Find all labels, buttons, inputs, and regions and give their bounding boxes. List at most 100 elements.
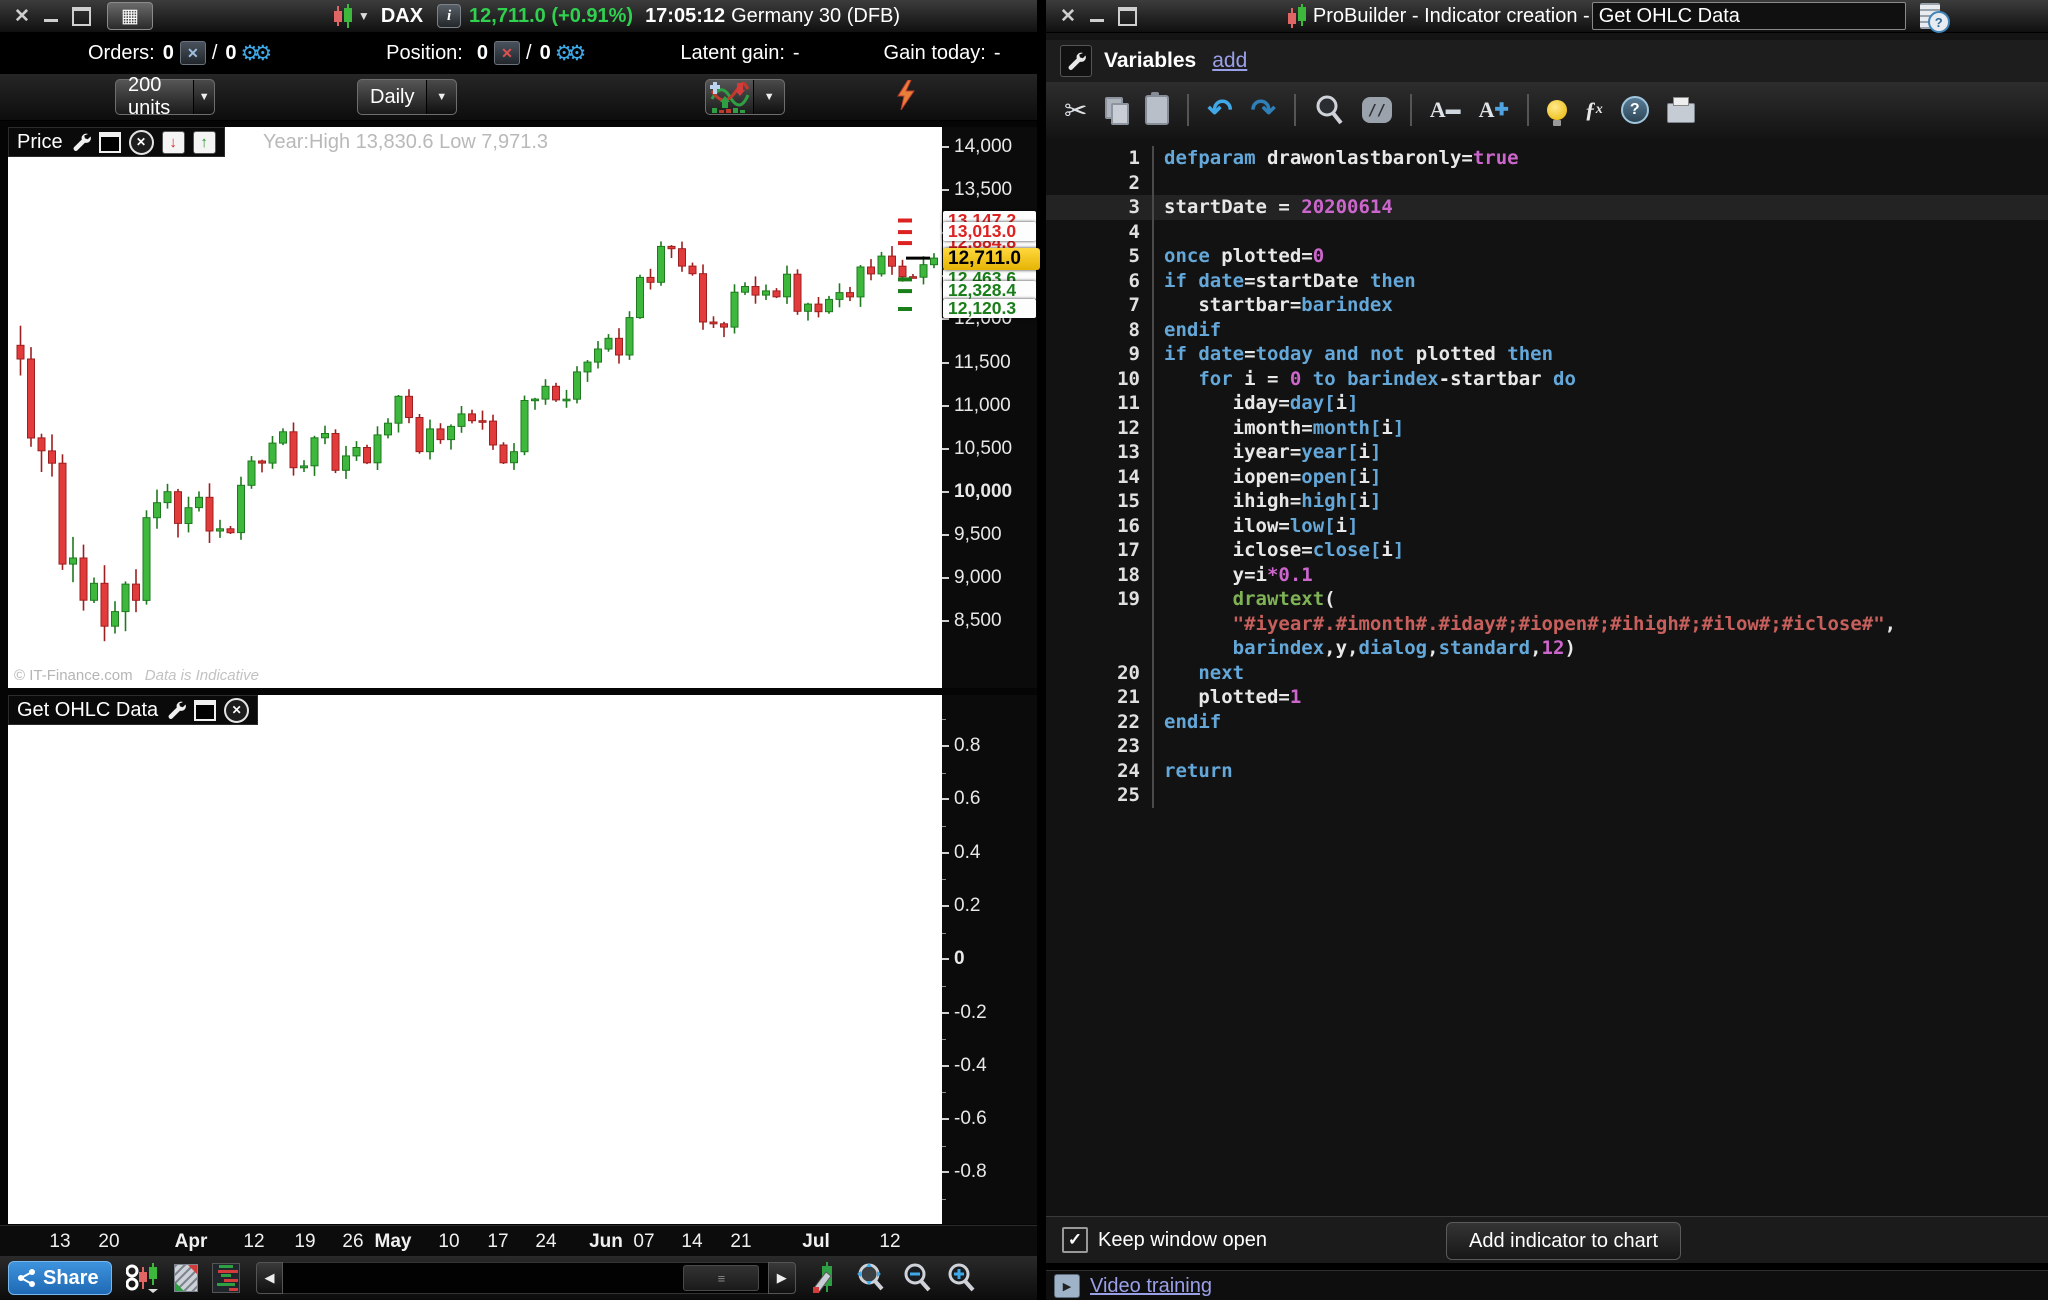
code-line[interactable]: 11 iday=day[i] bbox=[1046, 391, 2048, 416]
code-line[interactable]: 25 bbox=[1046, 783, 2048, 808]
code-line[interactable]: 7 startbar=barindex bbox=[1046, 293, 2048, 318]
price-axis[interactable]: 14,00013,50013,00012,50012,00011,50011,0… bbox=[942, 127, 1037, 688]
scrollbar-track[interactable]: ≡ bbox=[283, 1262, 767, 1294]
chart-style-icon[interactable] bbox=[126, 1263, 160, 1293]
zoom-out-icon[interactable] bbox=[902, 1262, 932, 1294]
scroll-left-icon[interactable]: ◀ bbox=[256, 1262, 284, 1294]
minimize-icon[interactable] bbox=[1090, 19, 1104, 22]
horizontal-scrollbar[interactable]: ◀ ≡ ▶ bbox=[256, 1263, 796, 1293]
code-line[interactable]: 3startDate = 20200614 bbox=[1046, 195, 2048, 220]
close-panel-icon[interactable]: ✕ bbox=[224, 698, 249, 723]
units-dropdown[interactable]: 200 units ▼ bbox=[115, 79, 215, 115]
zoom-in-icon[interactable] bbox=[946, 1262, 976, 1294]
info-icon[interactable]: i bbox=[437, 4, 461, 28]
code-line[interactable]: 2 bbox=[1046, 171, 2048, 196]
orderbook-icon[interactable] bbox=[212, 1263, 240, 1293]
comment-icon[interactable]: // bbox=[1362, 97, 1392, 123]
redo-icon[interactable]: ↷ bbox=[1251, 93, 1276, 127]
indicator-name-input[interactable] bbox=[1592, 2, 1906, 30]
code-line[interactable]: 4 bbox=[1046, 220, 2048, 245]
cancel-orders-icon[interactable]: ✕ bbox=[180, 41, 206, 65]
code-line[interactable]: 13 iyear=year[i] bbox=[1046, 440, 2048, 465]
timeframe-dropdown[interactable]: Daily ▼ bbox=[357, 79, 457, 115]
code-line[interactable]: 15 ihigh=high[i] bbox=[1046, 489, 2048, 514]
indicator-axis[interactable]: 0.80.60.40.20-0.2-0.4-0.6-0.8 bbox=[942, 695, 1037, 1224]
price-tick-label: 10,000 bbox=[954, 481, 1012, 503]
export-down-icon[interactable]: ↓ bbox=[162, 131, 185, 154]
close-panel-icon[interactable]: ✕ bbox=[129, 130, 154, 155]
code-line[interactable]: 5once plotted=0 bbox=[1046, 244, 2048, 269]
code-line[interactable]: 19 drawtext( bbox=[1046, 587, 2048, 612]
maximize-icon[interactable] bbox=[72, 7, 91, 26]
wrench-icon[interactable] bbox=[166, 700, 186, 720]
lightning-icon[interactable] bbox=[895, 80, 917, 115]
scrollbar-thumb[interactable]: ≡ bbox=[683, 1265, 759, 1291]
indicators-button[interactable]: ▼ bbox=[705, 79, 785, 115]
code-line[interactable]: "#iyear#.#imonth#.#iday#;#iopen#;#ihigh#… bbox=[1046, 612, 2048, 637]
copy-icon[interactable] bbox=[1105, 97, 1127, 123]
code-line[interactable]: 9if date=today and not plotted then bbox=[1046, 342, 2048, 367]
function-icon[interactable]: ƒx bbox=[1585, 93, 1603, 127]
code-line[interactable]: 20 next bbox=[1046, 661, 2048, 686]
code-text: startbar=barindex bbox=[1154, 293, 1393, 318]
paste-icon[interactable] bbox=[1145, 95, 1169, 125]
close-position-icon[interactable]: ✕ bbox=[494, 41, 520, 65]
close-icon[interactable]: ✕ bbox=[14, 5, 30, 28]
zoom-candle-tool-icon[interactable] bbox=[810, 1262, 840, 1294]
font-decrease-icon[interactable]: A▬ bbox=[1430, 93, 1461, 127]
position-settings-icon[interactable]: ⚙⚙ bbox=[555, 41, 581, 66]
scroll-right-icon[interactable]: ▶ bbox=[768, 1262, 796, 1294]
price-chart-panel[interactable]: Price ✕ ↓ ↑ Year:High 13,830.6 Low 7,971… bbox=[8, 127, 942, 688]
code-line[interactable]: 10 for i = 0 to barindex-startbar do bbox=[1046, 367, 2048, 392]
window-icon[interactable] bbox=[194, 700, 216, 721]
code-line[interactable]: 17 iclose=close[i] bbox=[1046, 538, 2048, 563]
search-icon[interactable] bbox=[1314, 93, 1344, 127]
code-text: endif bbox=[1154, 318, 1221, 343]
undo-icon[interactable]: ↶ bbox=[1207, 93, 1232, 127]
line-number: 25 bbox=[1046, 783, 1152, 808]
window-icon[interactable] bbox=[99, 132, 121, 153]
code-line[interactable]: 23 bbox=[1046, 734, 2048, 759]
add-indicator-button[interactable]: Add indicator to chart bbox=[1446, 1222, 1681, 1260]
font-increase-icon[interactable]: A✚ bbox=[1479, 93, 1509, 127]
code-line[interactable]: 12 imonth=month[i] bbox=[1046, 416, 2048, 441]
code-line[interactable]: 21 plotted=1 bbox=[1046, 685, 2048, 710]
chevron-down-icon: ▼ bbox=[426, 80, 456, 114]
code-line[interactable]: barindex,y,dialog,standard,12) bbox=[1046, 636, 2048, 661]
symbol-label[interactable]: DAX bbox=[381, 5, 423, 28]
video-training-link[interactable]: Video training bbox=[1090, 1275, 1212, 1298]
code-line[interactable]: 14 iopen=open[i] bbox=[1046, 465, 2048, 490]
export-up-icon[interactable]: ↑ bbox=[193, 131, 216, 154]
hint-bulb-icon[interactable] bbox=[1547, 100, 1567, 120]
minimize-icon[interactable] bbox=[44, 19, 58, 22]
code-line[interactable]: 22endif bbox=[1046, 710, 2048, 735]
add-variable-link[interactable]: add bbox=[1212, 49, 1247, 73]
orders-settings-icon[interactable]: ⚙⚙ bbox=[241, 41, 267, 66]
candle bbox=[448, 426, 455, 439]
latent-gain-value: - bbox=[793, 42, 800, 65]
keyboard-icon[interactable]: ▦ bbox=[107, 2, 153, 30]
chevron-down-icon[interactable]: ▼ bbox=[358, 9, 370, 23]
maximize-icon[interactable] bbox=[1118, 7, 1137, 26]
candlestick-chart[interactable] bbox=[8, 127, 942, 688]
share-button[interactable]: Share bbox=[8, 1261, 112, 1295]
code-line[interactable]: 24return bbox=[1046, 759, 2048, 784]
code-line[interactable]: 6if date=startDate then bbox=[1046, 269, 2048, 294]
wrench-icon[interactable] bbox=[71, 132, 91, 152]
zoom-pan-icon[interactable] bbox=[854, 1261, 888, 1295]
indicator-panel[interactable]: Get OHLC Data ✕ bbox=[8, 695, 942, 1224]
keep-window-open-checkbox[interactable]: ✓ bbox=[1062, 1227, 1088, 1253]
news-notes-icon[interactable] bbox=[174, 1264, 198, 1292]
code-line[interactable]: 8endif bbox=[1046, 318, 2048, 343]
documentation-help-icon[interactable]: ? bbox=[1920, 3, 1940, 29]
code-line[interactable]: 1defparam drawonlastbaronly=true bbox=[1046, 146, 2048, 171]
help-icon[interactable]: ? bbox=[1621, 96, 1649, 124]
code-line[interactable]: 16 ilow=low[i] bbox=[1046, 514, 2048, 539]
date-axis[interactable]: 1320Apr121926May101724Jun071421Jul12 bbox=[0, 1225, 1037, 1257]
print-icon[interactable] bbox=[1667, 103, 1695, 123]
close-icon[interactable]: ✕ bbox=[1060, 5, 1076, 28]
code-editor[interactable]: 1defparam drawonlastbaronly=true23startD… bbox=[1046, 138, 2048, 1224]
code-line[interactable]: 18 y=i*0.1 bbox=[1046, 563, 2048, 588]
wrench-icon[interactable] bbox=[1060, 45, 1092, 77]
cut-icon[interactable]: ✂ bbox=[1064, 93, 1087, 127]
